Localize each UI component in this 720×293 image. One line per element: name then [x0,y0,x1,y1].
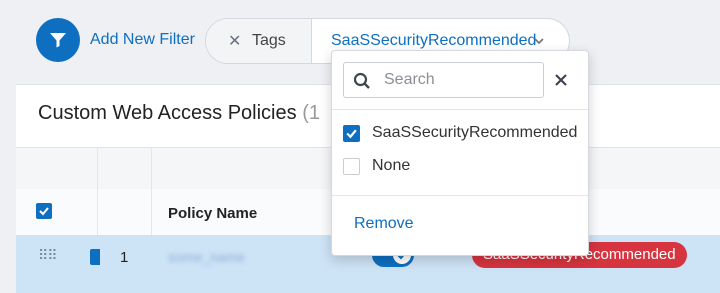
option-checkbox[interactable] [343,158,360,175]
divider [332,195,588,196]
search-input[interactable] [384,69,534,91]
add-new-filter-link[interactable]: Add New Filter [90,31,195,49]
check-icon [39,207,49,216]
divider [332,109,588,110]
option-label: None [372,157,411,174]
filter-icon [50,33,66,48]
drag-handle-icon[interactable]: ⠿⠿ [38,247,57,264]
check-icon [346,129,357,139]
page-title: Custom Web Access Policies (1 [38,102,320,125]
policy-name-cell[interactable]: some_name [168,249,245,265]
select-all-checkbox[interactable] [36,203,52,219]
search-icon [353,72,370,89]
column-header-policy-name[interactable]: Policy Name [168,205,257,222]
search-box[interactable] [343,62,544,98]
option-label: SaaSSecurityRecommended [372,124,578,141]
column-divider [97,147,98,235]
panel-title-text: Custom Web Access Policies [38,102,297,124]
chevron-down-icon[interactable] [533,35,545,47]
filter-button[interactable] [36,18,80,62]
tag-filter-field: ✕ Tags [206,19,312,63]
option-none[interactable]: None [343,156,583,178]
row-number: 1 [120,249,129,266]
remove-button[interactable]: Remove [354,215,414,233]
close-icon[interactable] [554,73,568,87]
filter-field-label: Tags [252,32,286,49]
tag-values-dropdown: SaaSSecurityRecommended None Remove [331,50,589,256]
option-saas-security-recommended[interactable]: SaaSSecurityRecommended [343,123,583,145]
row-checkbox[interactable] [90,249,100,265]
remove-filter-close-icon[interactable]: ✕ [228,31,241,51]
filter-value-dropdown[interactable]: SaaSSecurityRecommended [331,32,536,50]
column-divider [151,147,152,235]
panel-title-count: (1 [302,102,320,124]
option-checkbox[interactable] [343,125,360,142]
